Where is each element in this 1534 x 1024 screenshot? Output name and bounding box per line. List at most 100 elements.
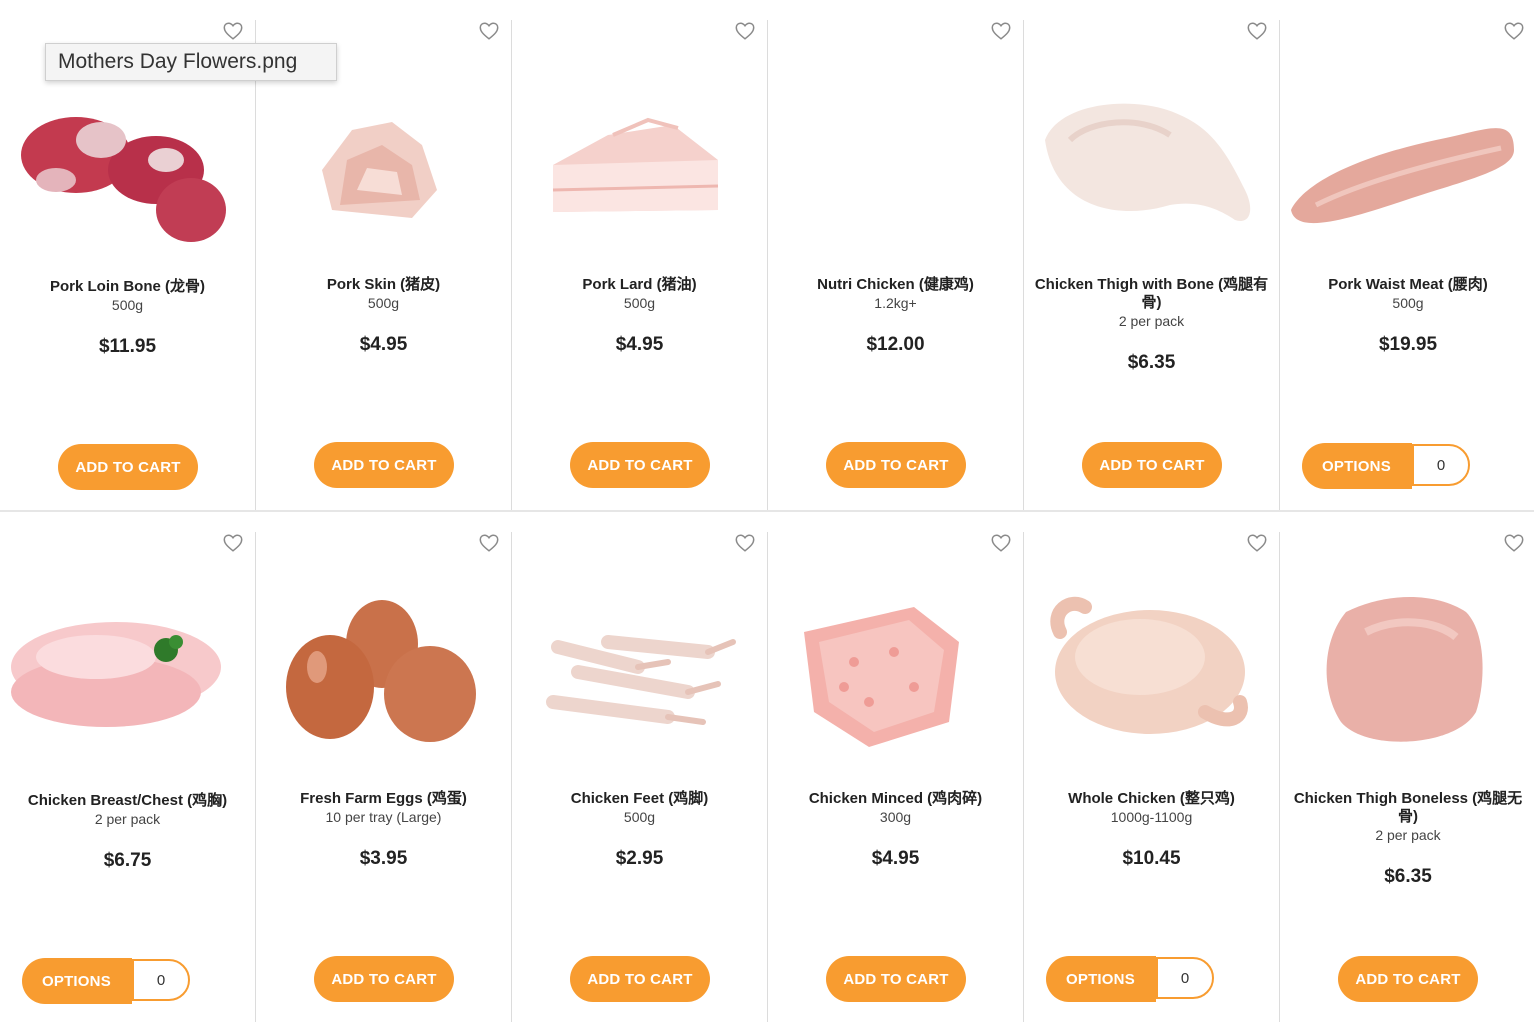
product-size: 500g [111,297,144,313]
product-image[interactable] [774,572,1002,772]
product-name[interactable]: Pork Lard (猪油) [520,276,759,294]
product-info: Chicken Minced (鸡肉碎) 300g $4.95 [776,790,1015,870]
product-name[interactable]: Whole Chicken (整只鸡) [1032,790,1271,808]
heart-icon[interactable] [222,532,244,554]
product-name[interactable]: Pork Skin (猪皮) [264,276,503,294]
heart-icon[interactable] [1246,20,1268,42]
heart-icon[interactable] [1503,20,1525,42]
options-button[interactable]: OPTIONS [1046,956,1156,1002]
add-to-cart-button[interactable]: ADD TO CART [314,956,454,1002]
product-price: $6.75 [103,850,152,871]
heart-icon[interactable] [478,532,500,554]
product-card[interactable]: Chicken Feet (鸡脚) 500g $2.95 ADD TO CART [512,532,768,1022]
heart-icon[interactable] [990,532,1012,554]
product-image[interactable] [1286,60,1514,260]
add-to-cart-button[interactable]: ADD TO CART [570,442,710,488]
quantity-input[interactable]: 0 [1156,957,1214,999]
heart-icon[interactable] [734,20,756,42]
product-info: Chicken Thigh Boneless (鸡腿无骨) 2 per pack $… [1288,790,1528,888]
product-card[interactable]: Chicken Thigh with Bone (鸡腿有骨) 2 per pack… [1024,20,1280,510]
product-name[interactable]: Pork Waist Meat (腰肉) [1288,276,1528,294]
heart-icon[interactable] [478,20,500,42]
product-size: 2 per pack [94,811,161,827]
product-size: 500g [367,295,400,311]
product-image[interactable] [774,60,1002,260]
product-image[interactable] [6,60,234,260]
heart-icon[interactable] [1503,532,1525,554]
product-card[interactable]: Pork Lard (猪油) 500g $4.95 ADD TO CART [512,20,768,510]
product-size: 10 per tray (Large) [325,809,442,825]
add-to-cart-button[interactable]: ADD TO CART [826,956,966,1002]
product-card[interactable]: Pork Skin (猪皮) 500g $4.95 ADD TO CART [256,20,512,510]
add-to-cart-button[interactable]: ADD TO CART [58,444,198,490]
add-to-cart-button[interactable]: ADD TO CART [1082,442,1222,488]
product-price: $6.35 [1127,352,1176,373]
product-card[interactable]: Fresh Farm Eggs (鸡蛋) 10 per tray (Large) $… [256,532,512,1022]
product-size: 500g [623,809,656,825]
product-price: $11.95 [98,336,157,357]
product-info: Fresh Farm Eggs (鸡蛋) 10 per tray (Large) $… [264,790,503,870]
product-image[interactable] [262,572,490,772]
product-price: $4.95 [615,334,664,355]
product-info: Whole Chicken (整只鸡) 1000g-1100g $10.45 [1032,790,1271,870]
options-button[interactable]: OPTIONS [1302,443,1412,489]
product-info: Pork Waist Meat (腰肉) 500g $19.95 [1288,276,1528,356]
add-to-cart-button[interactable]: ADD TO CART [1338,956,1478,1002]
product-price: $4.95 [871,848,920,869]
product-size: 300g [879,809,912,825]
product-card[interactable]: Chicken Minced (鸡肉碎) 300g $4.95 ADD TO CART [768,532,1024,1022]
quantity-input[interactable]: 0 [1412,444,1470,486]
product-price: $6.35 [1384,866,1432,887]
product-info: Chicken Thigh with Bone (鸡腿有骨) 2 per pack… [1032,276,1271,374]
product-info: Pork Lard (猪油) 500g $4.95 [520,276,759,356]
add-to-cart-button[interactable]: ADD TO CART [314,442,454,488]
quantity-input[interactable]: 0 [132,959,190,1001]
product-size: 2 per pack [1118,313,1185,329]
options-button[interactable]: OPTIONS [22,958,132,1004]
product-image[interactable] [6,572,234,772]
add-to-cart-button[interactable]: ADD TO CART [826,442,966,488]
product-size: 2 per pack [1375,827,1441,843]
product-card[interactable]: Pork Waist Meat (腰肉) 500g $19.95 OPTIONS 0 [1280,20,1534,510]
file-tooltip: Mothers Day Flowers.png [45,43,337,81]
product-info: Nutri Chicken (健康鸡) 1.2kg+ $12.00 [776,276,1015,356]
row-divider [0,510,1534,512]
product-name[interactable]: Nutri Chicken (健康鸡) [776,276,1015,294]
product-grid: Pork Loin Bone (龙骨) 500g $11.95 ADD TO CART… [0,0,1534,1024]
product-name[interactable]: Chicken Breast/Chest (鸡胸) [8,792,247,810]
product-name[interactable]: Fresh Farm Eggs (鸡蛋) [264,790,503,808]
product-image[interactable] [1286,572,1514,772]
product-price: $3.95 [359,848,408,869]
product-size: 1.2kg+ [874,295,917,311]
product-image[interactable] [1030,60,1258,260]
product-price: $12.00 [866,334,925,355]
product-size: 500g [623,295,656,311]
product-name[interactable]: Chicken Minced (鸡肉碎) [776,790,1015,808]
product-price: $19.95 [1378,334,1438,355]
heart-icon[interactable] [222,20,244,42]
heart-icon[interactable] [990,20,1012,42]
product-card[interactable]: Chicken Thigh Boneless (鸡腿无骨) 2 per pack $… [1280,532,1534,1022]
product-card[interactable]: Pork Loin Bone (龙骨) 500g $11.95 ADD TO CART [0,20,256,510]
product-name[interactable]: Pork Loin Bone (龙骨) [8,278,247,296]
product-image[interactable] [518,60,746,260]
heart-icon[interactable] [734,532,756,554]
heart-icon[interactable] [1246,532,1268,554]
product-image[interactable] [262,60,490,260]
product-info: Chicken Feet (鸡脚) 500g $2.95 [520,790,759,870]
add-to-cart-button[interactable]: ADD TO CART [570,956,710,1002]
product-image[interactable] [518,572,746,772]
product-info: Pork Skin (猪皮) 500g $4.95 [264,276,503,356]
product-price: $10.45 [1122,848,1181,869]
product-card[interactable]: Chicken Breast/Chest (鸡胸) 2 per pack $6.75… [0,532,256,1022]
product-card[interactable]: Nutri Chicken (健康鸡) 1.2kg+ $12.00 ADD TO CA… [768,20,1024,510]
product-name[interactable]: Chicken Thigh Boneless (鸡腿无骨) [1288,790,1528,826]
product-name[interactable]: Chicken Thigh with Bone (鸡腿有骨) [1032,276,1271,312]
product-price: $2.95 [615,848,664,869]
product-size: 1000g-1100g [1110,809,1193,825]
product-info: Chicken Breast/Chest (鸡胸) 2 per pack $6.75 [8,792,247,872]
product-name[interactable]: Chicken Feet (鸡脚) [520,790,759,808]
product-image[interactable] [1030,572,1258,772]
product-card[interactable]: Whole Chicken (整只鸡) 1000g-1100g $10.45 OPTI… [1024,532,1280,1022]
product-price: $4.95 [359,334,408,355]
